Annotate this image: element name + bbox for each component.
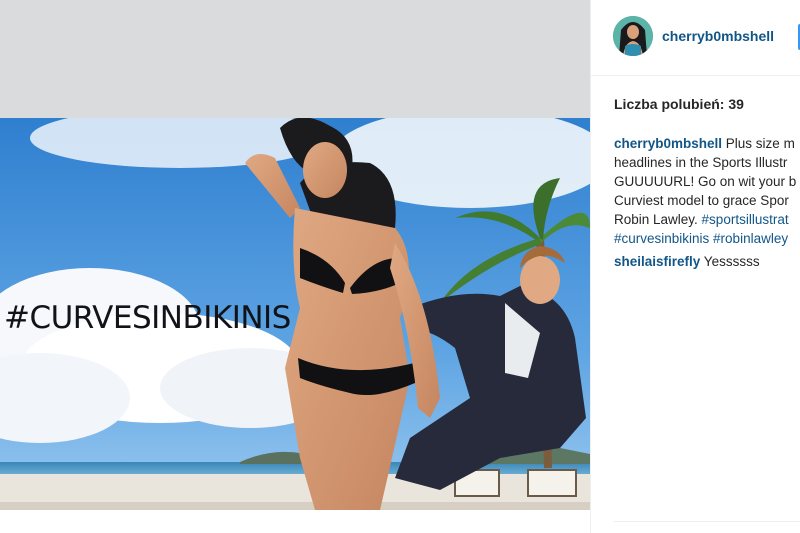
post-header: cherryb0mbshell — [591, 0, 800, 76]
caption: cherryb0mbshell Plus size m headlines in… — [614, 134, 800, 248]
post-sidebar: cherryb0mbshell Liczba polubień: 39 cher… — [590, 0, 800, 533]
caption-line: GUUUUURL! Go on wit your b — [614, 174, 797, 189]
comment: sheilaisfirefly Yessssss — [614, 252, 800, 271]
media-letterbox-top — [0, 0, 590, 118]
avatar-image — [613, 16, 653, 56]
caption-line: #curvesinbikinis #robinlawley — [614, 229, 800, 248]
post-media: #CURVESINBIKINIS — [0, 0, 590, 533]
photo-overlay-hashtag: #CURVESINBIKINIS — [4, 300, 291, 336]
post-photo[interactable]: #CURVESINBIKINIS — [0, 118, 590, 510]
divider — [614, 521, 800, 522]
caption-line: Robin Lawley. #sportsillustrat — [614, 210, 800, 229]
caption-line: headlines in the Sports Illustr — [614, 155, 788, 170]
caption-username[interactable]: cherryb0mbshell — [614, 136, 722, 151]
avatar[interactable] — [613, 16, 653, 56]
comment-username[interactable]: sheilaisfirefly — [614, 254, 700, 269]
header-username[interactable]: cherryb0mbshell — [662, 28, 774, 44]
comment-text: Yessssss — [700, 254, 760, 269]
caption-line: Curviest model to grace Spor — [614, 193, 789, 208]
hashtag-link[interactable]: #robinlawley — [709, 231, 788, 246]
comments-list: cherryb0mbshell Plus size m headlines in… — [614, 134, 800, 271]
hashtag-link[interactable]: #sportsillustrat — [702, 212, 789, 227]
hashtag-link[interactable]: #curvesinbikinis — [614, 231, 709, 246]
caption-line: cherryb0mbshell Plus size m — [614, 134, 800, 153]
caption-text: Robin Lawley. — [614, 212, 702, 227]
media-letterbox-bottom — [0, 510, 590, 533]
likes-count[interactable]: Liczba polubień: 39 — [614, 96, 744, 112]
caption-text: Plus size m — [722, 136, 795, 151]
